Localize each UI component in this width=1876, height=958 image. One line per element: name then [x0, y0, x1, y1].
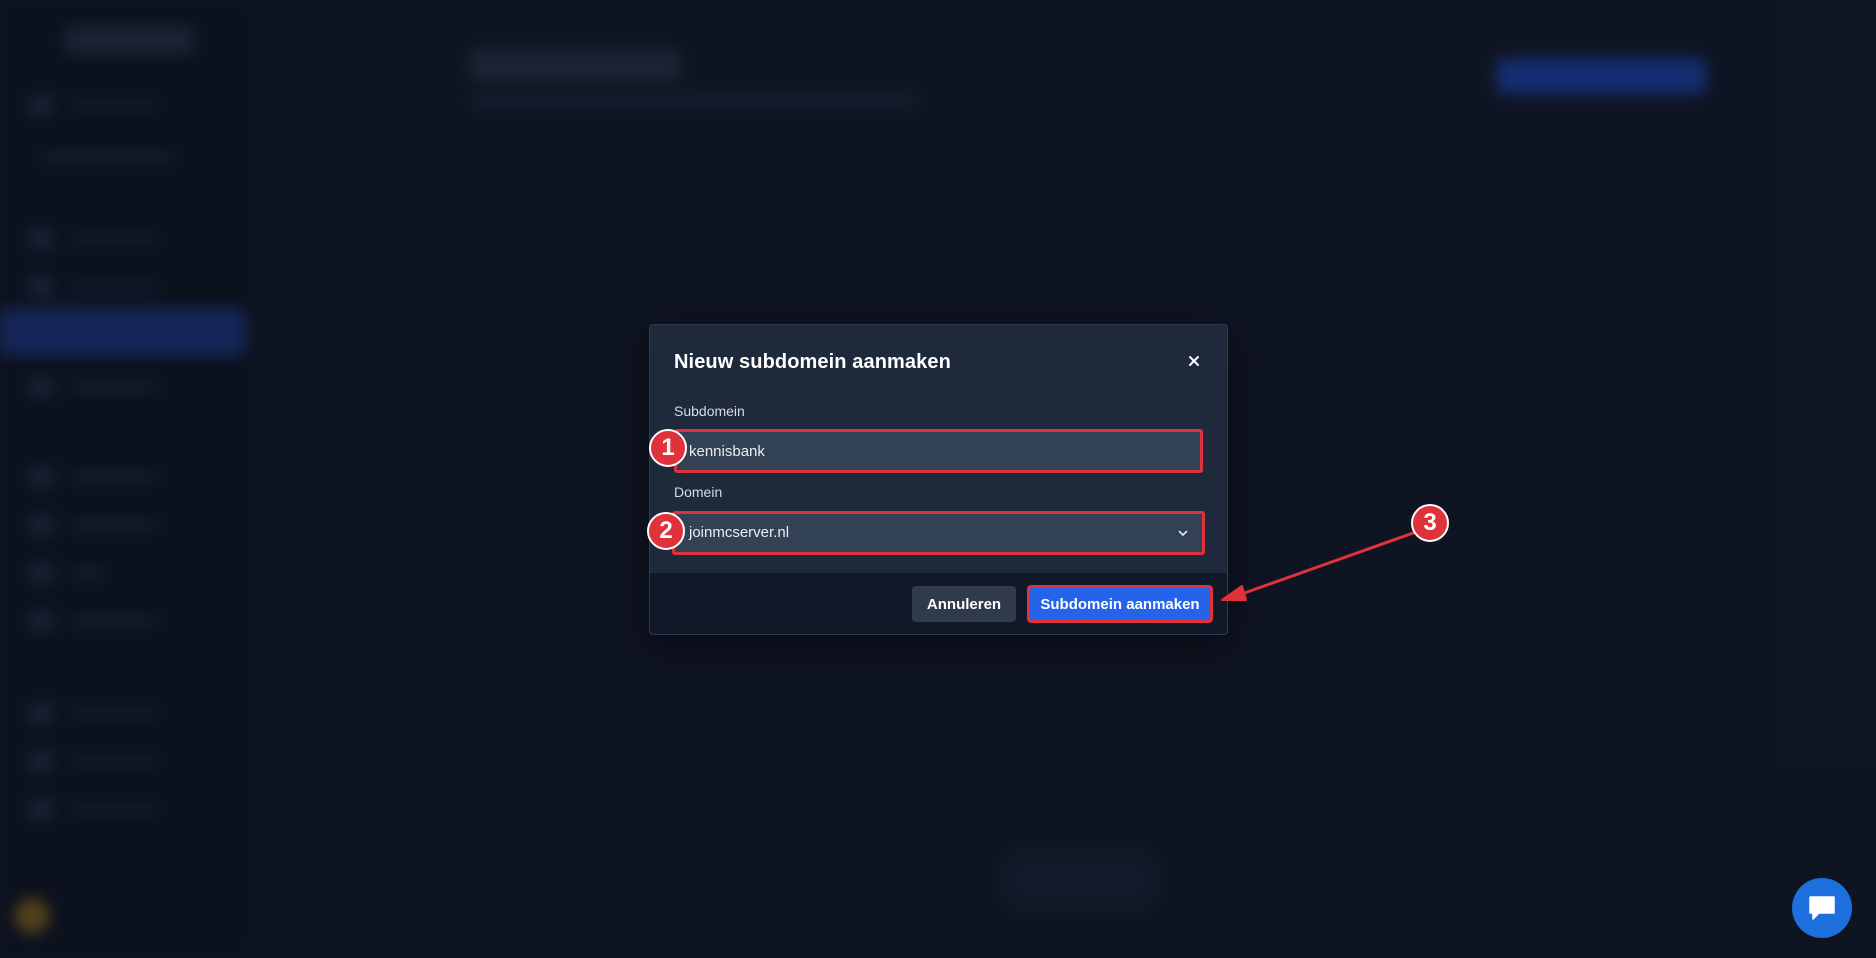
step-badge-2: 2 [647, 512, 685, 550]
close-button[interactable] [1182, 349, 1206, 373]
modal-title: Nieuw subdomein aanmaken [674, 351, 951, 373]
step-badge-3: 3 [1411, 504, 1449, 542]
step-badge-1: 1 [649, 429, 687, 467]
app-screen: Nieuw subdomein aanmaken Subdomein 1 Dom… [0, 0, 1876, 958]
create-subdomain-modal: Nieuw subdomein aanmaken Subdomein 1 Dom… [647, 324, 1228, 635]
create-subdomain-button[interactable]: Subdomein aanmaken [1027, 585, 1213, 623]
domain-label: Domein [674, 484, 723, 500]
cancel-button[interactable]: Annuleren [912, 586, 1016, 622]
domain-select[interactable]: joinmcserver.nl [672, 511, 1205, 555]
chat-launcher-button[interactable] [1792, 878, 1852, 938]
subdomain-field-wrapper [674, 429, 1203, 473]
modal-footer: Annuleren Subdomein aanmaken [650, 573, 1227, 634]
chevron-down-icon [1178, 530, 1188, 536]
chat-bubble-icon [1809, 896, 1835, 920]
subdomain-label: Subdomein [674, 403, 745, 419]
domain-select-value: joinmcserver.nl [689, 524, 790, 541]
subdomain-input[interactable] [689, 432, 1169, 470]
close-icon [1189, 356, 1199, 366]
